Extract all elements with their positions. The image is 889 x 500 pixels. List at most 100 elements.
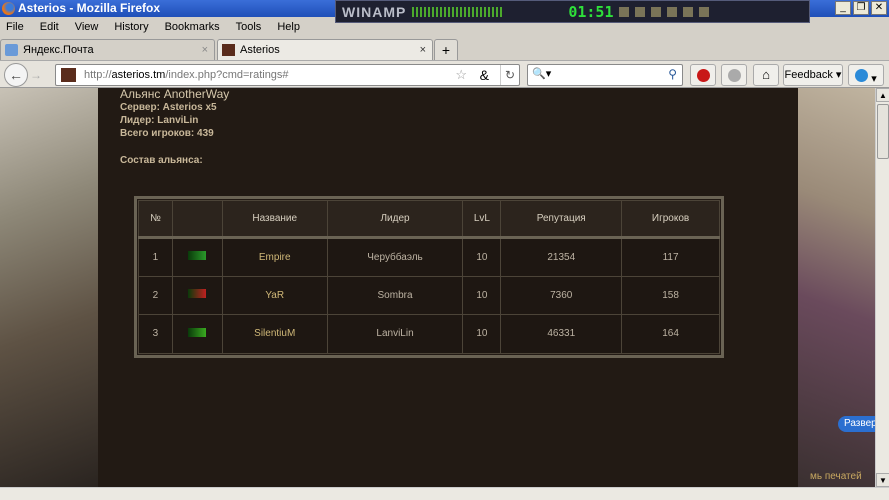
table-row: 2 YaR Sombra 10 7360 158 (138, 275, 720, 315)
tab-asterios[interactable]: Asterios × (217, 39, 433, 60)
search-input[interactable]: 🔍▾ ⚲ (527, 64, 683, 86)
clan-level: 10 (462, 275, 502, 315)
window-controls: _ ❐ ✕ (835, 1, 887, 15)
alliance-leader: Лидер: LanviLin (120, 115, 199, 126)
url-prefix: http:// (84, 69, 112, 81)
close-tab-icon[interactable]: × (420, 40, 426, 60)
globe-icon (855, 69, 869, 82)
ampersand-addon-icon[interactable]: & (480, 65, 489, 85)
row-number: 3 (138, 314, 173, 354)
firefox-icon (2, 2, 15, 15)
clan-level: 10 (462, 314, 502, 354)
clan-name[interactable]: YaR (221, 275, 328, 315)
main-panel: Альянс AnotherWay Сервер: Asterios x5 Ли… (98, 88, 798, 487)
clan-reputation: 46331 (500, 314, 623, 354)
col-level: LvL (462, 200, 502, 239)
col-emblem (171, 200, 223, 239)
eject-icon[interactable] (699, 6, 710, 17)
stop-icon[interactable] (667, 6, 678, 17)
gray-addon-button[interactable] (721, 64, 747, 86)
row-number: 1 (138, 237, 173, 277)
back-button[interactable]: ← (4, 63, 28, 87)
scroll-up-icon[interactable]: ▲ (876, 88, 889, 102)
menu-history[interactable]: History (114, 17, 148, 37)
page-content: Альянс AnotherWay Сервер: Asterios x5 Ли… (0, 88, 875, 487)
tab-yandex-mail[interactable]: Яндекс.Почта × (0, 39, 215, 60)
next-icon[interactable] (683, 6, 694, 17)
window-title: Asterios - Mozilla Firefox (18, 1, 161, 15)
clan-emblem-icon (188, 251, 207, 261)
tab-label: Asterios (240, 44, 280, 56)
new-tab-button[interactable]: + (434, 39, 458, 60)
col-number: № (138, 200, 173, 239)
menu-file[interactable]: File (6, 17, 24, 37)
col-reputation: Репутация (500, 200, 623, 239)
site-favicon (61, 68, 76, 82)
clan-name[interactable]: SilentiuM (221, 314, 328, 354)
clan-emblem (171, 314, 223, 354)
clan-level: 10 (462, 237, 502, 277)
menu-bar: File Edit View History Bookmarks Tools H… (0, 17, 889, 37)
alliance-info: Альянс AnotherWay Сервер: Asterios x5 Ли… (120, 88, 229, 167)
table-row: 3 SilentiuM LanviLin 10 46331 164 (138, 314, 720, 354)
alliance-clans-table: № Название Лидер LvL Репутация Игроков 1… (134, 196, 724, 358)
feedback-button[interactable]: Feedback ▾ (783, 64, 843, 86)
scroll-down-icon[interactable]: ▼ (876, 473, 889, 487)
clan-leader: Черуббаэль (326, 237, 464, 277)
scroll-thumb[interactable] (877, 104, 889, 159)
search-icon[interactable]: ⚲ (668, 67, 677, 81)
url-bar[interactable]: http://asterios.tm/index.php?cmd=ratings… (55, 64, 520, 86)
table-row: 1 Empire Черуббаэль 10 21354 117 (138, 237, 720, 277)
clan-name[interactable]: Empire (221, 237, 328, 277)
col-players: Игроков (621, 200, 720, 239)
prev-icon[interactable] (619, 6, 630, 17)
clan-emblem-icon (188, 327, 207, 337)
globe-gray-icon (727, 69, 741, 82)
forward-button[interactable]: → (30, 68, 42, 82)
bookmark-star-icon[interactable]: ☆ (455, 65, 467, 85)
minimize-button[interactable]: _ (835, 1, 851, 15)
alliance-title: Альянс AnotherWay (120, 88, 230, 101)
search-engine-icon[interactable]: 🔍▾ (532, 67, 551, 80)
col-leader: Лидер (326, 200, 464, 239)
close-button[interactable]: ✕ (871, 1, 887, 15)
clan-leader: Sombra (326, 275, 464, 315)
clan-emblem (171, 275, 223, 315)
menu-edit[interactable]: Edit (40, 17, 59, 37)
url-path: /index.php?cmd=ratings# (165, 69, 289, 81)
restore-button[interactable]: ❐ (853, 1, 869, 15)
menu-tools[interactable]: Tools (236, 17, 262, 37)
menu-view[interactable]: View (75, 17, 99, 37)
clan-players: 158 (621, 275, 720, 315)
globe-menu-button[interactable]: ▾ (848, 64, 884, 86)
mail-icon (5, 44, 18, 56)
red-addon-button[interactable] (690, 64, 716, 86)
row-number: 2 (138, 275, 173, 315)
alliance-total: Всего игроков: 439 (120, 128, 214, 139)
clan-reputation: 7360 (500, 275, 623, 315)
pause-icon[interactable] (651, 6, 662, 17)
home-button[interactable]: ⌂ (753, 64, 779, 86)
clan-players: 164 (621, 314, 720, 354)
winamp-visualizer (412, 6, 503, 17)
menu-bookmarks[interactable]: Bookmarks (165, 17, 220, 37)
clan-leader: LanviLin (326, 314, 464, 354)
play-icon[interactable] (635, 6, 646, 17)
side-bottom-text: мь печатей (810, 471, 862, 482)
vertical-scrollbar[interactable]: ▲ ▼ (875, 88, 889, 487)
clan-emblem (171, 237, 223, 277)
tab-strip: Яндекс.Почта × Asterios × + (0, 37, 889, 60)
col-name: Название (221, 200, 328, 239)
tab-label: Яндекс.Почта (23, 44, 94, 56)
clan-reputation: 21354 (500, 237, 623, 277)
table-header-row: № Название Лидер LvL Репутация Игроков (138, 200, 720, 239)
menu-help[interactable]: Help (277, 17, 300, 37)
url-host: asterios.tm (111, 69, 166, 81)
expand-button[interactable]: Развер (838, 416, 875, 432)
clan-players: 117 (621, 237, 720, 277)
horizontal-scrollbar[interactable] (0, 487, 889, 500)
navigation-toolbar: ← → http://asterios.tm/index.php?cmd=rat… (0, 60, 889, 88)
feedback-label: Feedback (784, 69, 833, 81)
reload-icon[interactable]: ↻ (499, 65, 515, 85)
close-tab-icon[interactable]: × (202, 40, 208, 60)
